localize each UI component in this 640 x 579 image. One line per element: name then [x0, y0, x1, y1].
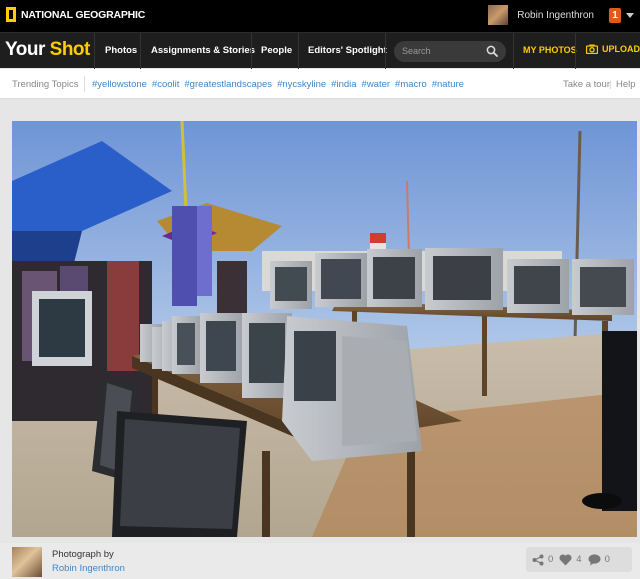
avatar[interactable] — [12, 547, 42, 577]
trending-topics-label: Trending Topics — [12, 79, 79, 90]
search-input[interactable] — [402, 46, 482, 56]
logo-text: NATIONAL GEOGRAPHIC — [21, 8, 146, 21]
nav-divider — [513, 33, 514, 69]
brand-word-shot: Shot — [49, 39, 91, 60]
user-menu[interactable]: Robin Ingenthron 1 — [488, 5, 634, 25]
trending-tag[interactable]: #nycskyline — [277, 79, 326, 90]
your-shot-logo[interactable]: Your Shot — [5, 39, 90, 61]
upload-label: UPLOAD — [602, 44, 640, 54]
nav-divider — [94, 33, 95, 69]
divider — [84, 76, 85, 92]
photo-footer: Photograph by Robin Ingenthron 0 4 0 — [0, 543, 640, 579]
notification-badge[interactable]: 1 — [609, 7, 621, 23]
link-separator: | — [609, 79, 612, 90]
my-photos-link[interactable]: MY PHOTOS — [523, 45, 577, 55]
nav-divider — [575, 33, 576, 69]
comment-icon — [588, 553, 601, 565]
like-stat[interactable]: 4 — [559, 554, 582, 566]
heart-icon — [559, 554, 572, 565]
search-icon[interactable] — [486, 45, 498, 57]
nav-divider — [385, 33, 386, 69]
share-count: 0 — [548, 554, 554, 565]
share-stat[interactable]: 0 — [532, 554, 553, 566]
upload-button[interactable]: UPLOAD — [586, 44, 640, 54]
trending-tag[interactable]: #greatestlandscapes — [184, 79, 272, 90]
help-link[interactable]: Help — [616, 79, 636, 90]
comment-count: 0 — [604, 554, 610, 565]
nav-divider — [251, 33, 252, 69]
top-bar: NATIONAL GEOGRAPHIC Robin Ingenthron 1 — [0, 0, 640, 32]
nav-item-people[interactable]: People — [261, 45, 292, 56]
trending-tag[interactable]: #india — [331, 79, 356, 90]
main-photo[interactable] — [12, 121, 637, 537]
comment-stat[interactable]: 0 — [588, 553, 610, 566]
photograph-by-label: Photograph by — [52, 549, 114, 560]
trending-topics-bar: Trending Topics #yellowstone #coolit #gr… — [0, 69, 640, 99]
nav-item-photos[interactable]: Photos — [105, 45, 137, 56]
share-icon — [532, 554, 544, 565]
photographer-link[interactable]: Robin Ingenthron — [52, 563, 125, 574]
trending-tag[interactable]: #water — [362, 79, 391, 90]
avatar[interactable] — [488, 5, 509, 25]
photo-image — [12, 121, 637, 537]
nav-item-editors-spotlight[interactable]: Editors' Spotlight — [308, 45, 387, 56]
take-a-tour-link[interactable]: Take a tour — [563, 79, 610, 90]
nav-divider — [298, 33, 299, 69]
trending-tag[interactable]: #yellowstone — [92, 79, 147, 90]
nav-item-assignments-stories[interactable]: Assignments & Stories — [151, 45, 255, 56]
trending-tag[interactable]: #macro — [395, 79, 427, 90]
yellow-border-icon — [6, 7, 16, 22]
search-box[interactable] — [394, 41, 506, 62]
like-count: 4 — [576, 554, 582, 565]
user-name[interactable]: Robin Ingenthron — [517, 10, 594, 21]
trending-tag[interactable]: #coolit — [152, 79, 179, 90]
photo-stats: 0 4 0 — [526, 547, 632, 572]
camera-icon — [586, 44, 598, 54]
national-geographic-logo[interactable]: NATIONAL GEOGRAPHIC — [6, 7, 145, 22]
chevron-down-icon[interactable] — [626, 12, 634, 18]
nav-divider — [140, 33, 141, 69]
main-navigation: Your Shot Photos Assignments & Stories P… — [0, 32, 640, 69]
brand-word-your: Your — [5, 39, 45, 60]
trending-tags: #yellowstone #coolit #greatestlandscapes… — [92, 79, 464, 90]
trending-tag[interactable]: #nature — [432, 79, 464, 90]
